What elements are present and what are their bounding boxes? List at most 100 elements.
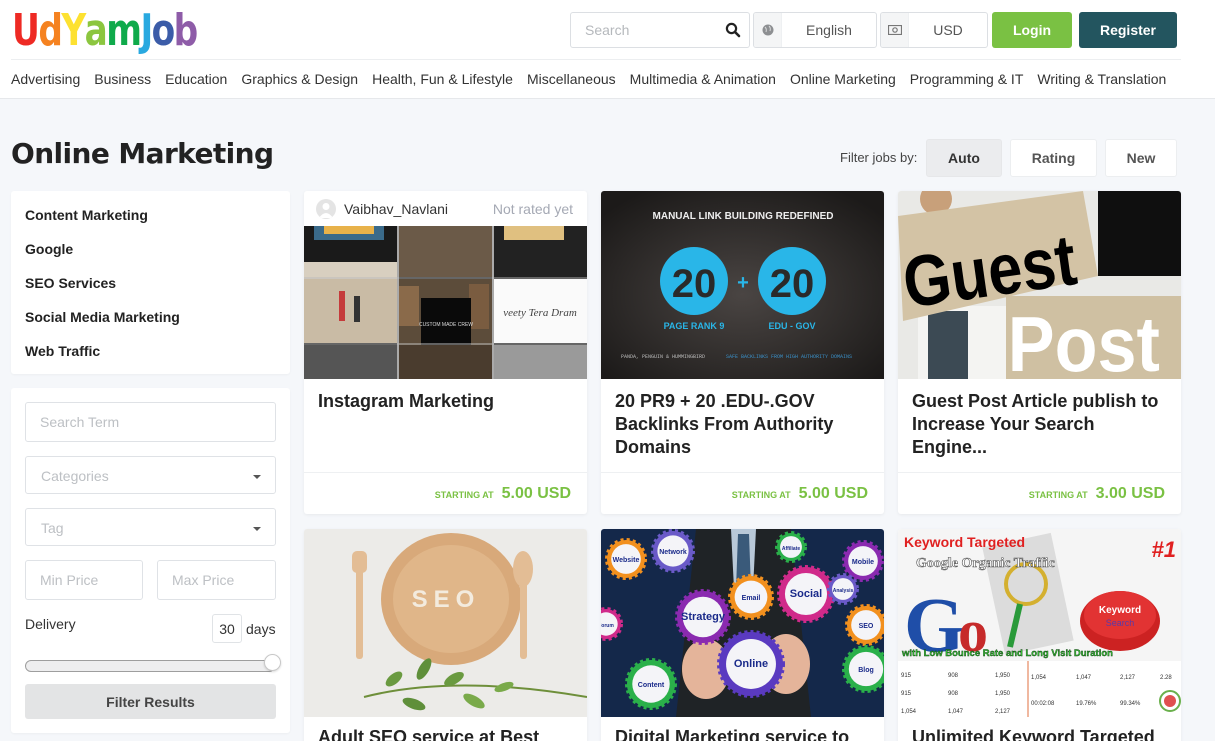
subcategory-social-media-marketing[interactable]: Social Media Marketing <box>25 309 180 325</box>
gear-icon: Email <box>728 574 774 620</box>
svg-text:00:02:08: 00:02:08 <box>1031 701 1055 707</box>
gear-label: Analysis <box>833 588 854 594</box>
gear-icon: Network <box>651 529 695 573</box>
gear-label: Mobile <box>852 559 874 566</box>
logo-letter: J <box>140 5 153 56</box>
job-card[interactable]: MANUAL LINK BUILDING REDEFINED 20 20 + P… <box>601 191 884 514</box>
svg-text:1,047: 1,047 <box>1076 675 1092 681</box>
svg-text:2.28: 2.28 <box>1160 675 1172 681</box>
nav-item-programming-it[interactable]: Programming & IT <box>910 70 1024 88</box>
svg-text:CUSTOM MADE CREW: CUSTOM MADE CREW <box>419 322 473 328</box>
gear-label: Blog <box>858 667 874 674</box>
subcategory-google[interactable]: Google <box>25 241 73 257</box>
svg-text:Keyword Targeted: Keyword Targeted <box>904 534 1025 550</box>
site-logo[interactable]: UdYamJob <box>12 5 198 56</box>
chevron-down-icon <box>253 475 261 479</box>
nav-item-advertising[interactable]: Advertising <box>11 70 80 88</box>
filter-results-button[interactable]: Filter Results <box>25 684 276 719</box>
card-title[interactable]: Adult SEO service at Best <box>318 726 573 741</box>
max-price-input[interactable] <box>158 561 275 599</box>
nav-item-graphics-design[interactable]: Graphics & Design <box>241 70 358 88</box>
gear-label: Content <box>638 682 665 689</box>
delivery-slider-track[interactable] <box>25 660 275 672</box>
starting-at-label: STARTING AT <box>434 490 494 500</box>
subcategory-web-traffic[interactable]: Web Traffic <box>25 343 100 359</box>
nav-item-online-marketing[interactable]: Online Marketing <box>790 70 896 88</box>
min-price-field[interactable] <box>25 560 143 600</box>
job-card[interactable]: Vaibhav_Navlani Not rated yet CUSTOM MAD… <box>304 191 587 514</box>
page-title: Online Marketing <box>11 137 274 170</box>
svg-text:1,054: 1,054 <box>901 709 917 715</box>
card-image-instagram[interactable]: CUSTOM MADE CREW veety Tera Dram <box>304 226 587 379</box>
language-select[interactable]: English <box>753 12 877 48</box>
filter-new-button[interactable]: New <box>1105 139 1177 177</box>
svg-text:EDU - GOV: EDU - GOV <box>768 321 815 331</box>
svg-text:1,950: 1,950 <box>995 691 1011 697</box>
card-title[interactable]: Instagram Marketing <box>318 390 573 413</box>
days-label: days <box>246 621 276 637</box>
job-card[interactable]: G o Keyword Search Keyword Targeted Goog… <box>898 529 1181 741</box>
nav-item-miscellaneous[interactable]: Miscellaneous <box>527 70 616 88</box>
max-price-field[interactable] <box>157 560 276 600</box>
card-title[interactable]: Guest Post Article publish to Increase Y… <box>912 390 1167 459</box>
logo-letter: d <box>38 5 63 56</box>
card-image-backlinks[interactable]: MANUAL LINK BUILDING REDEFINED 20 20 + P… <box>601 191 884 379</box>
gear-icon: Website <box>605 538 647 580</box>
gear-label: Forum <box>601 623 614 629</box>
subcategory-content-marketing[interactable]: Content Marketing <box>25 207 148 223</box>
tag-select[interactable]: Tag <box>25 508 276 546</box>
login-button[interactable]: Login <box>992 12 1072 48</box>
job-card[interactable]: Website Network Affiliate Mobile Strategy Ema… <box>601 529 884 741</box>
register-button[interactable]: Register <box>1079 12 1177 48</box>
subcategory-seo-services[interactable]: SEO Services <box>25 275 116 291</box>
card-image-guest-post[interactable]: Guest Post <box>898 191 1181 379</box>
card-image-keyword-traffic[interactable]: G o Keyword Search Keyword Targeted Goog… <box>898 529 1181 717</box>
card-footer: STARTING AT 5.00 USD <box>304 472 587 514</box>
gear-label: SEO <box>859 623 874 630</box>
svg-text:with Low Bounce Rate and Long: with Low Bounce Rate and Long Visit Dura… <box>901 648 1113 659</box>
nav-item-writing-translation[interactable]: Writing & Translation <box>1037 70 1166 88</box>
min-price-input[interactable] <box>26 561 142 599</box>
nav-item-education[interactable]: Education <box>165 70 227 88</box>
currency-select[interactable]: USD <box>880 12 988 48</box>
card-image-digital-marketing[interactable]: Website Network Affiliate Mobile Strategy Ema… <box>601 529 884 717</box>
gear-icon: SEO <box>845 604 884 646</box>
svg-text:Post: Post <box>1008 301 1160 379</box>
job-card[interactable]: Guest Post Guest Post Article publish to… <box>898 191 1181 514</box>
gear-label: Strategy <box>681 611 726 623</box>
card-price: 3.00 USD <box>1095 484 1165 502</box>
delivery-days-input[interactable]: 30 <box>212 614 242 643</box>
categories-select[interactable]: Categories <box>25 456 276 494</box>
nav-item-business[interactable]: Business <box>94 70 151 88</box>
job-card[interactable]: SEO Adult SEO service at Best <box>304 529 587 741</box>
header-search[interactable] <box>570 12 750 48</box>
currency-value: USD <box>933 22 963 38</box>
avatar[interactable] <box>316 198 336 219</box>
card-image-seo-plate[interactable]: SEO <box>304 529 587 717</box>
gear-label: Email <box>742 595 761 602</box>
search-term-field[interactable] <box>25 402 276 442</box>
nav-item-health-fun-lifestyle[interactable]: Health, Fun & Lifestyle <box>372 70 513 88</box>
nav-item-multimedia-animation[interactable]: Multimedia & Animation <box>630 70 776 88</box>
card-title[interactable]: Digital Marketing service to <box>615 726 870 741</box>
gear-label: Affiliate <box>782 546 801 552</box>
header-search-input[interactable] <box>571 13 721 47</box>
svg-text:veety Tera Dram: veety Tera Dram <box>503 307 577 319</box>
logo-letter: m <box>106 5 142 56</box>
gear-icon: Content <box>625 658 677 710</box>
site-header: UdYamJob English USD Login Register Adve… <box>0 0 1215 99</box>
seller-name[interactable]: Vaibhav_Navlani <box>344 201 448 217</box>
svg-text:19.76%: 19.76% <box>1076 701 1097 707</box>
card-title[interactable]: 20 PR9 + 20 .EDU-.GOV Backlinks From Aut… <box>615 390 870 459</box>
svg-text:908: 908 <box>948 673 959 679</box>
image-heading: MANUAL LINK BUILDING REDEFINED <box>653 211 834 222</box>
filter-rating-button[interactable]: Rating <box>1010 139 1097 177</box>
delivery-slider-handle[interactable] <box>264 654 281 671</box>
logo-letter: U <box>12 5 40 56</box>
search-term-input[interactable] <box>26 403 275 441</box>
filter-auto-button[interactable]: Auto <box>926 139 1002 177</box>
card-title[interactable]: Unlimited Keyword Targeted <box>912 726 1167 741</box>
search-icon[interactable] <box>725 22 741 38</box>
svg-text:Keyword: Keyword <box>1099 605 1141 616</box>
svg-text:SAFE BACKLINKS FROM HIGH AUTHO: SAFE BACKLINKS FROM HIGH AUTHORITY DOMAI… <box>726 354 852 360</box>
